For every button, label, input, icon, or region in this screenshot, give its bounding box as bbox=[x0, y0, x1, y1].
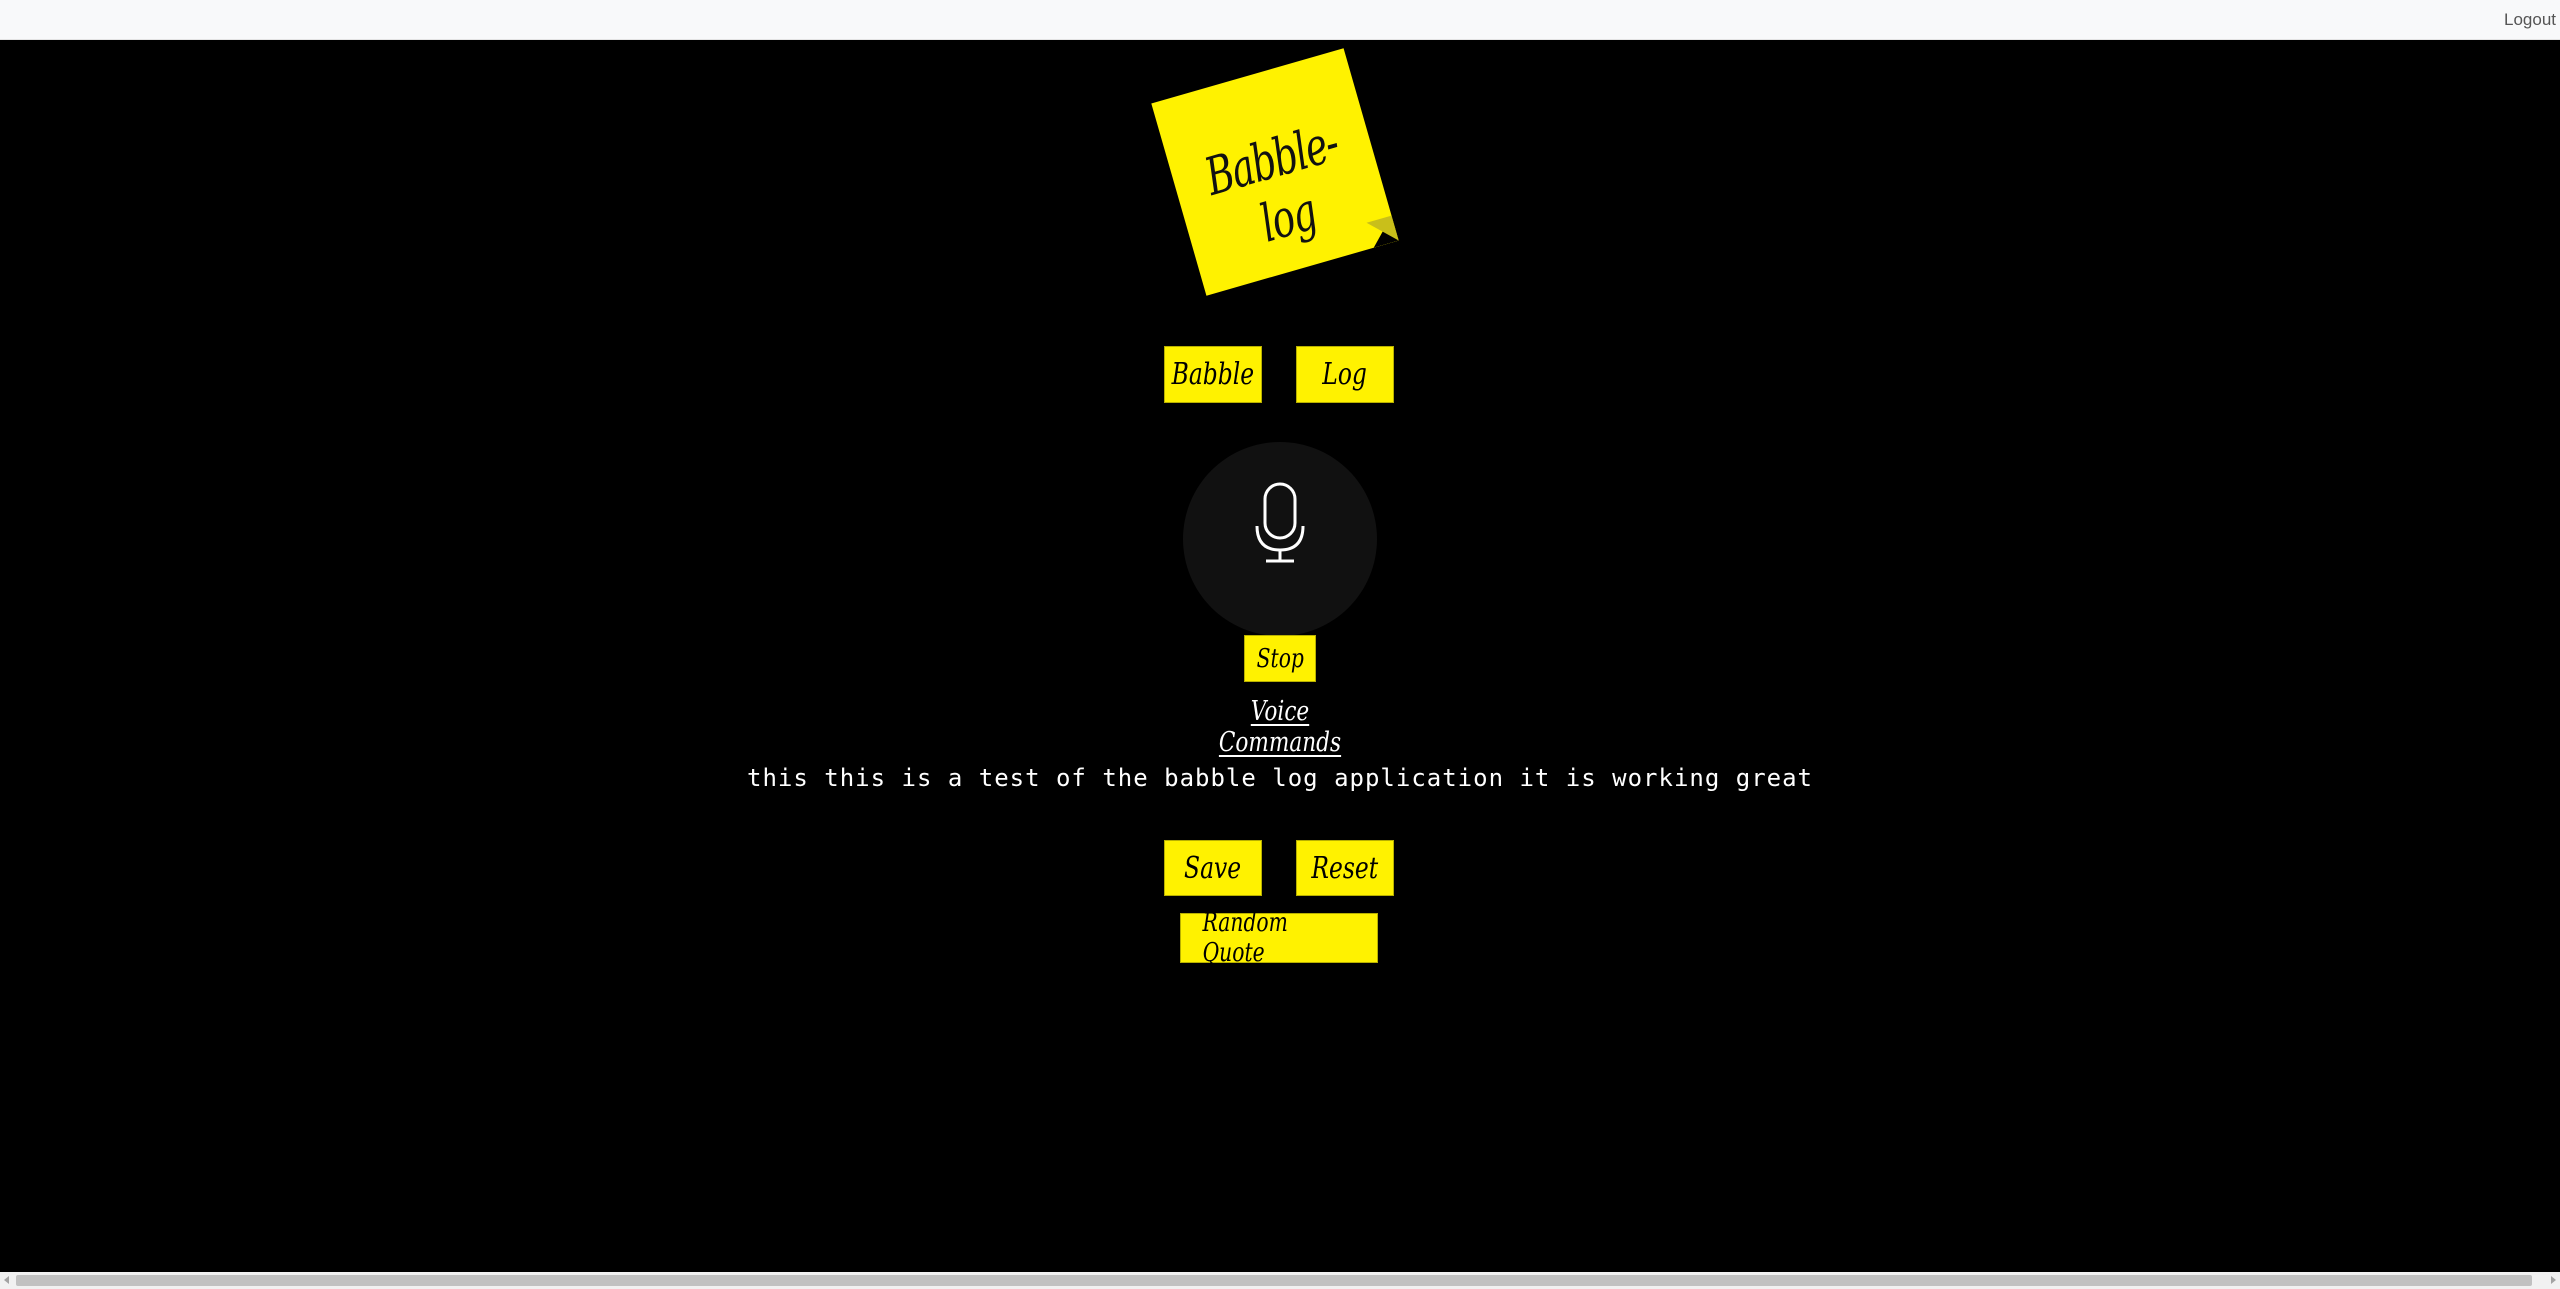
logout-link[interactable]: Logout bbox=[2504, 10, 2556, 30]
voice-commands-link[interactable]: Voice Commands bbox=[1180, 696, 1380, 758]
save-button-label: Save bbox=[1184, 850, 1242, 886]
babble-button[interactable]: Babble bbox=[1164, 346, 1262, 403]
save-button[interactable]: Save bbox=[1164, 840, 1262, 896]
microphone-icon bbox=[1255, 482, 1305, 563]
reset-button-label: Reset bbox=[1311, 850, 1379, 886]
transcript-text: this this is a test of the babble log ap… bbox=[747, 764, 1813, 792]
log-button-label: Log bbox=[1322, 357, 1368, 392]
top-navbar: Logout bbox=[0, 0, 2560, 40]
horizontal-scrollbar[interactable] bbox=[0, 1272, 2560, 1289]
babble-log-logo: Babble-log bbox=[1151, 48, 1399, 296]
scrollbar-thumb[interactable] bbox=[16, 1275, 2532, 1286]
microphone-button[interactable] bbox=[1183, 442, 1377, 636]
note-fold bbox=[1366, 215, 1399, 248]
reset-button[interactable]: Reset bbox=[1296, 840, 1394, 896]
scroll-left-icon[interactable] bbox=[4, 1276, 9, 1284]
logo-title: Babble-log bbox=[1198, 113, 1345, 255]
stop-button-label: Stop bbox=[1256, 643, 1304, 674]
voice-commands-label: Voice Commands bbox=[1218, 696, 1342, 758]
random-quote-button-label: Random Quote bbox=[1202, 908, 1288, 968]
scroll-right-icon[interactable] bbox=[2551, 1276, 2556, 1284]
main-content: Babble-log Babble Log Stop Voice Command… bbox=[0, 40, 2560, 1272]
stop-button[interactable]: Stop bbox=[1244, 635, 1316, 682]
random-quote-button[interactable]: Random Quote bbox=[1180, 908, 1378, 968]
log-button[interactable]: Log bbox=[1296, 346, 1394, 403]
babble-button-label: Babble bbox=[1171, 357, 1255, 392]
